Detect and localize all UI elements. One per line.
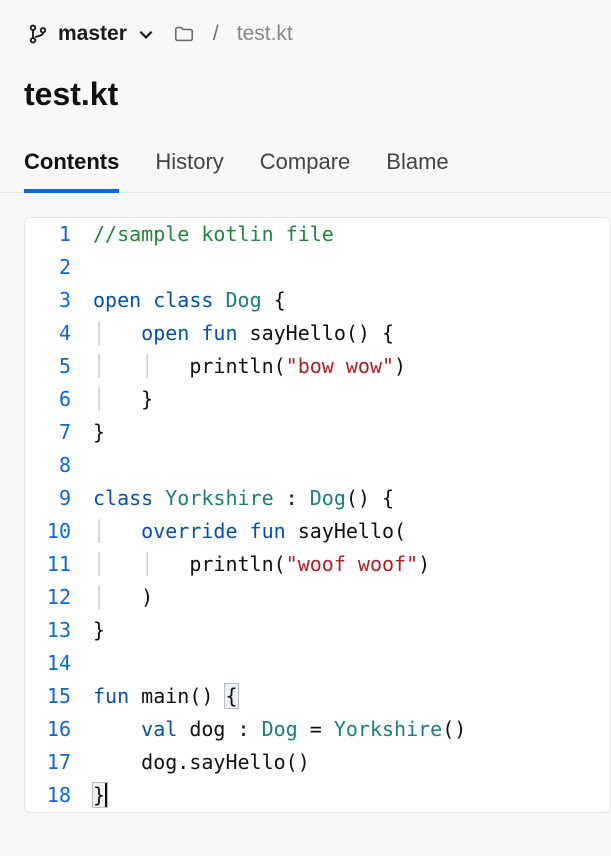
folder-icon[interactable]: [173, 23, 195, 45]
code-table[interactable]: 1//sample kotlin file2 3open class Dog {…: [25, 218, 610, 812]
code-content[interactable]: //sample kotlin file: [93, 218, 610, 251]
code-line[interactable]: 2: [25, 251, 610, 284]
code-content[interactable]: │ │ println("woof woof"): [93, 548, 610, 581]
code-line[interactable]: 10│ override fun sayHello(: [25, 515, 610, 548]
code-content[interactable]: │ override fun sayHello(: [93, 515, 610, 548]
code-line[interactable]: 3open class Dog {: [25, 284, 610, 317]
code-content[interactable]: dog.sayHello(): [93, 746, 610, 779]
code-line[interactable]: 15fun main() {: [25, 680, 610, 713]
line-number[interactable]: 18: [25, 779, 93, 812]
code-content[interactable]: │ open fun sayHello() {: [93, 317, 610, 350]
line-number[interactable]: 2: [25, 251, 93, 284]
breadcrumb-separator: /: [213, 22, 219, 46]
breadcrumb-file[interactable]: test.kt: [237, 22, 293, 46]
line-number[interactable]: 6: [25, 383, 93, 416]
line-number[interactable]: 12: [25, 581, 93, 614]
code-line[interactable]: 14: [25, 647, 610, 680]
code-content[interactable]: │ │ println("bow wow"): [93, 350, 610, 383]
code-line[interactable]: 6│ }: [25, 383, 610, 416]
branch-icon: [28, 24, 48, 44]
page-title: test.kt: [0, 54, 611, 113]
code-content[interactable]: [93, 251, 610, 284]
code-content[interactable]: [93, 647, 610, 680]
line-number[interactable]: 4: [25, 317, 93, 350]
branch-selector[interactable]: master: [28, 22, 155, 46]
tab-contents[interactable]: Contents: [24, 143, 119, 193]
code-line[interactable]: 5│ │ println("bow wow"): [25, 350, 610, 383]
code-line[interactable]: 13}: [25, 614, 610, 647]
line-number[interactable]: 11: [25, 548, 93, 581]
line-number[interactable]: 5: [25, 350, 93, 383]
code-content[interactable]: │ }: [93, 383, 610, 416]
code-line[interactable]: 9class Yorkshire : Dog() {: [25, 482, 610, 515]
code-line[interactable]: 18}: [25, 779, 610, 812]
code-panel: 1//sample kotlin file2 3open class Dog {…: [24, 217, 611, 813]
code-line[interactable]: 11│ │ println("woof woof"): [25, 548, 610, 581]
code-content[interactable]: open class Dog {: [93, 284, 610, 317]
code-line[interactable]: 16 val dog : Dog = Yorkshire(): [25, 713, 610, 746]
line-number[interactable]: 17: [25, 746, 93, 779]
chevron-down-icon: [137, 25, 155, 43]
code-line[interactable]: 4│ open fun sayHello() {: [25, 317, 610, 350]
line-number[interactable]: 16: [25, 713, 93, 746]
code-content[interactable]: [93, 449, 610, 482]
line-number[interactable]: 3: [25, 284, 93, 317]
tabs: Contents History Compare Blame: [0, 113, 611, 193]
line-number[interactable]: 1: [25, 218, 93, 251]
tab-compare[interactable]: Compare: [260, 143, 350, 193]
code-line[interactable]: 8: [25, 449, 610, 482]
code-content[interactable]: val dog : Dog = Yorkshire(): [93, 713, 610, 746]
tab-history[interactable]: History: [155, 143, 223, 193]
line-number[interactable]: 7: [25, 416, 93, 449]
line-number[interactable]: 15: [25, 680, 93, 713]
line-number[interactable]: 13: [25, 614, 93, 647]
code-line[interactable]: 12│ ): [25, 581, 610, 614]
tab-blame[interactable]: Blame: [386, 143, 448, 193]
code-content[interactable]: }: [93, 416, 610, 449]
line-number[interactable]: 14: [25, 647, 93, 680]
code-content[interactable]: }: [93, 779, 610, 812]
line-number[interactable]: 9: [25, 482, 93, 515]
code-content[interactable]: class Yorkshire : Dog() {: [93, 482, 610, 515]
code-line[interactable]: 7}: [25, 416, 610, 449]
code-line[interactable]: 17 dog.sayHello(): [25, 746, 610, 779]
line-number[interactable]: 10: [25, 515, 93, 548]
code-line[interactable]: 1//sample kotlin file: [25, 218, 610, 251]
branch-name: master: [58, 22, 127, 46]
code-content[interactable]: │ ): [93, 581, 610, 614]
line-number[interactable]: 8: [25, 449, 93, 482]
code-content[interactable]: fun main() {: [93, 680, 610, 713]
code-content[interactable]: }: [93, 614, 610, 647]
